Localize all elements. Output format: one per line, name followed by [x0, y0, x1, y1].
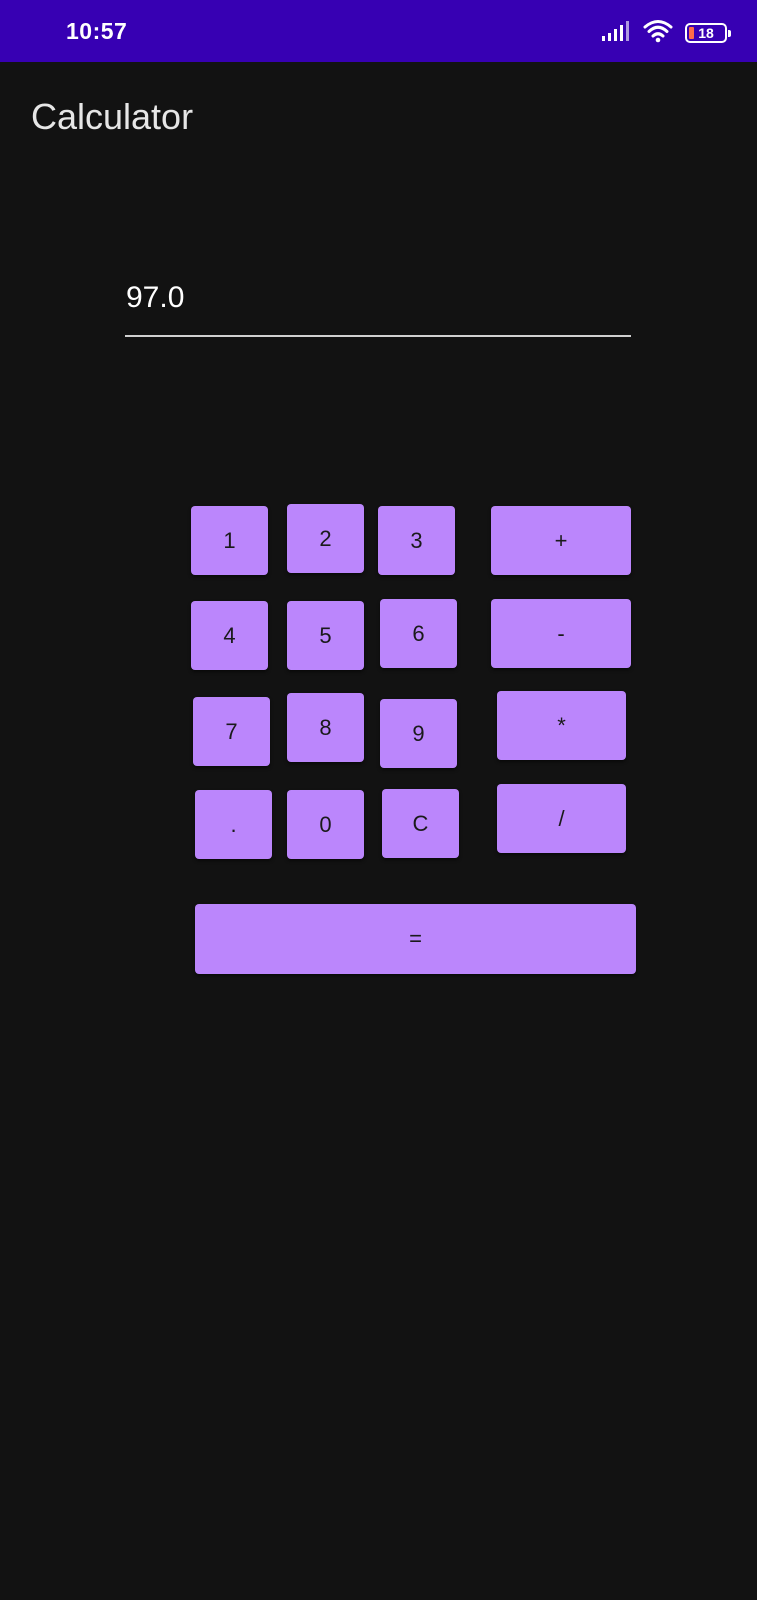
digit-0-button[interactable]: 0: [287, 790, 364, 859]
digit-8-button[interactable]: 8: [287, 693, 364, 762]
status-icons: 18: [601, 19, 731, 48]
digit-3-button[interactable]: 3: [378, 506, 455, 575]
digit-1-button[interactable]: 1: [191, 506, 268, 575]
minus-button[interactable]: -: [491, 599, 631, 668]
status-time: 10:57: [66, 18, 128, 44]
result-value: 97.0: [126, 281, 185, 314]
signal-icon: [601, 20, 631, 47]
divide-button[interactable]: /: [497, 784, 626, 853]
battery-icon: 18: [685, 23, 731, 43]
result-display[interactable]: 97.0: [125, 265, 631, 337]
digit-2-button[interactable]: 2: [287, 504, 364, 573]
digit-4-button[interactable]: 4: [191, 601, 268, 670]
status-bar: 10:57 18: [0, 0, 757, 62]
equals-button[interactable]: =: [195, 904, 636, 974]
digit-6-button[interactable]: 6: [380, 599, 457, 668]
battery-level: 18: [698, 25, 714, 41]
wifi-icon: [643, 19, 673, 48]
app-title: Calculator: [31, 96, 194, 137]
decimal-point-button[interactable]: .: [195, 790, 272, 859]
digit-9-button[interactable]: 9: [380, 699, 457, 768]
calculator-screen: 10:57 18 Calculator 97.0 1 2 3 + 4 5 6 -…: [0, 0, 757, 1600]
digit-5-button[interactable]: 5: [287, 601, 364, 670]
clear-button[interactable]: C: [382, 789, 459, 858]
multiply-button[interactable]: *: [497, 691, 626, 760]
plus-button[interactable]: +: [491, 506, 631, 575]
digit-7-button[interactable]: 7: [193, 697, 270, 766]
